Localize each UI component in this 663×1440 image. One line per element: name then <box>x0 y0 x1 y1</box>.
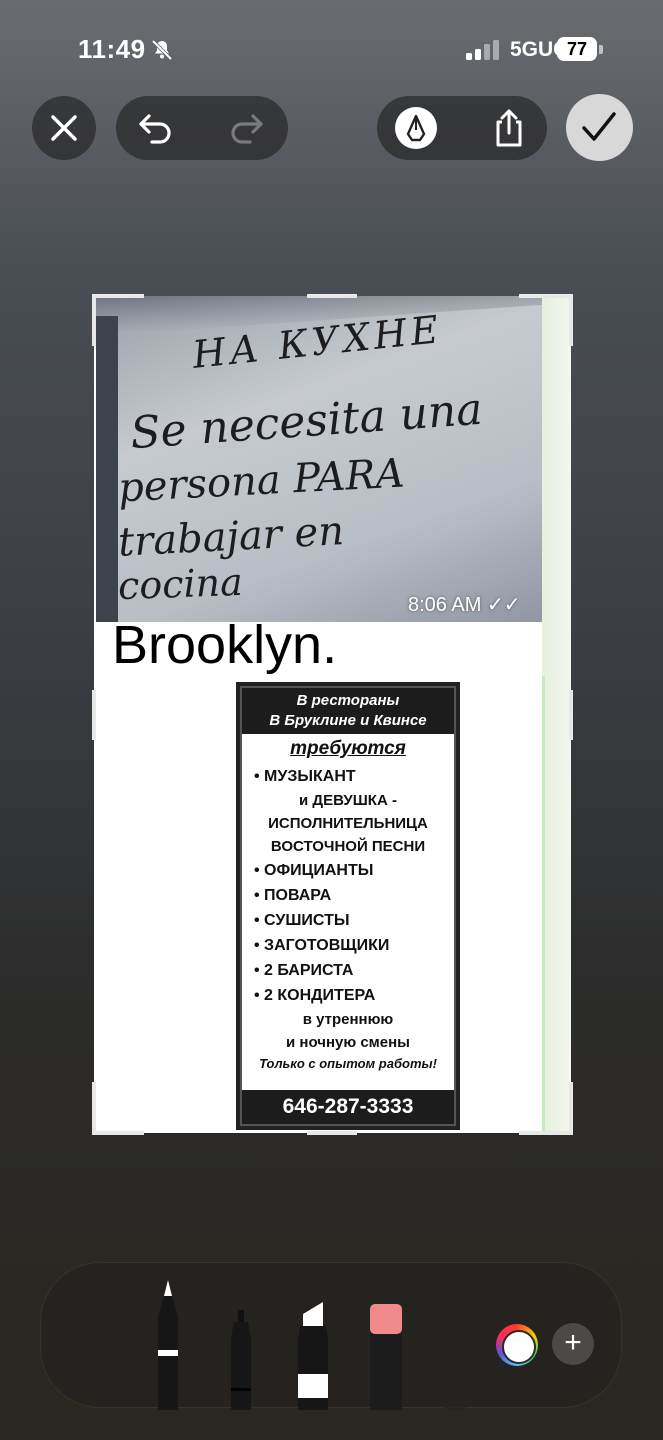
markup-share-group <box>377 96 547 160</box>
pencil-tool[interactable] <box>440 1310 470 1410</box>
ad-header: В рестораны В Бруклине и Квинсе <box>242 688 454 734</box>
ad-item: ИСПОЛНИТЕЛЬНИЦА <box>268 815 428 832</box>
ad-header-line-2: В Бруклине и Квинсе <box>269 712 427 729</box>
ad-item: в утреннюю <box>302 1011 394 1028</box>
ad-subheader: требуются <box>290 738 406 759</box>
add-button[interactable]: + <box>552 1323 594 1365</box>
crop-handle-top[interactable] <box>307 294 357 298</box>
crop-handle-bottom-right[interactable] <box>519 1131 573 1135</box>
share-icon <box>496 109 522 147</box>
pen-tool[interactable] <box>150 1278 186 1410</box>
done-button[interactable] <box>566 94 633 161</box>
edited-image[interactable]: НА КУХНЕ Se necesita una persona PARA tr… <box>94 296 571 1133</box>
color-picker-button[interactable] <box>496 1324 538 1366</box>
ad-item: • 2 КОНДИТЕРА <box>254 987 376 1004</box>
fineliner-tool[interactable] <box>224 1308 258 1410</box>
message-timestamp: 8:06 AM ✓✓ <box>408 592 520 617</box>
chat-bubble-edge <box>542 676 545 1133</box>
share-button[interactable] <box>485 104 533 152</box>
battery-cap <box>599 45 603 54</box>
chat-background-strip <box>542 296 571 1133</box>
ad-item: и ДЕВУШКА - <box>299 792 397 809</box>
battery-indicator: 77 <box>557 37 597 61</box>
ad-phone: 646-287-3333 <box>242 1090 454 1124</box>
sign-photo: НА КУХНЕ Se necesita una persona PARA tr… <box>96 296 542 622</box>
timestamp-text: 8:06 AM <box>408 594 482 616</box>
signal-icon <box>466 40 499 60</box>
crop-handle-bottom[interactable] <box>307 1131 357 1135</box>
job-ad-body: В рестораны В Бруклине и Квинсе требуютс… <box>240 686 456 1126</box>
undo-icon <box>139 114 171 144</box>
sign-line-3: persona PARA <box>116 450 406 512</box>
crop-handle-right[interactable] <box>569 690 573 740</box>
crop-handle-top-left-v[interactable] <box>92 294 96 346</box>
status-time: 11:49 <box>78 34 146 64</box>
undo-redo-group <box>116 96 288 160</box>
eraser-tool[interactable] <box>368 1302 404 1410</box>
ad-item: • ОФИЦИАНТЫ <box>254 862 374 879</box>
undo-button[interactable] <box>130 106 180 150</box>
close-button[interactable] <box>32 96 96 160</box>
bell-slash-icon <box>151 39 173 61</box>
ad-item: • СУШИСТЫ <box>254 912 350 929</box>
crop-handle-bottom-left-v[interactable] <box>92 1082 96 1134</box>
pen-tip-icon <box>406 114 426 142</box>
ad-item: • ПОВАРА <box>254 887 332 904</box>
ad-item: и ночную смены <box>286 1034 410 1051</box>
crop-handle-top-right-v[interactable] <box>569 294 573 346</box>
caption-text: Brooklyn. <box>112 615 338 675</box>
redo-button[interactable] <box>222 106 272 150</box>
crop-handle-top-left[interactable] <box>92 294 144 298</box>
crop-handle-bottom-left[interactable] <box>92 1131 144 1135</box>
sign-line-4: trabajar en <box>116 508 346 566</box>
ad-item: ВОСТОЧНОЙ ПЕСНИ <box>270 838 426 855</box>
close-icon <box>51 115 77 141</box>
crop-handle-left[interactable] <box>92 690 96 740</box>
marker-tool[interactable] <box>294 1300 332 1410</box>
ad-item: • 2 БАРИСТА <box>254 962 354 979</box>
markup-button[interactable] <box>395 107 437 149</box>
ad-item: • ЗАГОТОВЩИКИ <box>254 937 390 954</box>
sign-line-5: cocina <box>117 559 244 609</box>
read-checks-icon: ✓✓ <box>486 594 521 616</box>
checkmark-icon <box>582 112 616 141</box>
job-ad: В рестораны В Бруклине и Квинсе требуютс… <box>236 682 460 1130</box>
photo-window-frame <box>96 316 118 622</box>
ad-item: • МУЗЫКАНТ <box>254 768 356 785</box>
ad-header-line-1: В рестораны <box>296 692 400 709</box>
sign-line-2: Se necesita una <box>128 383 485 460</box>
redo-icon <box>231 114 263 144</box>
crop-handle-bottom-right-v[interactable] <box>569 1082 573 1134</box>
crop-handle-top-right[interactable] <box>519 294 573 298</box>
ad-note: Только с опытом работы! <box>259 1056 437 1071</box>
